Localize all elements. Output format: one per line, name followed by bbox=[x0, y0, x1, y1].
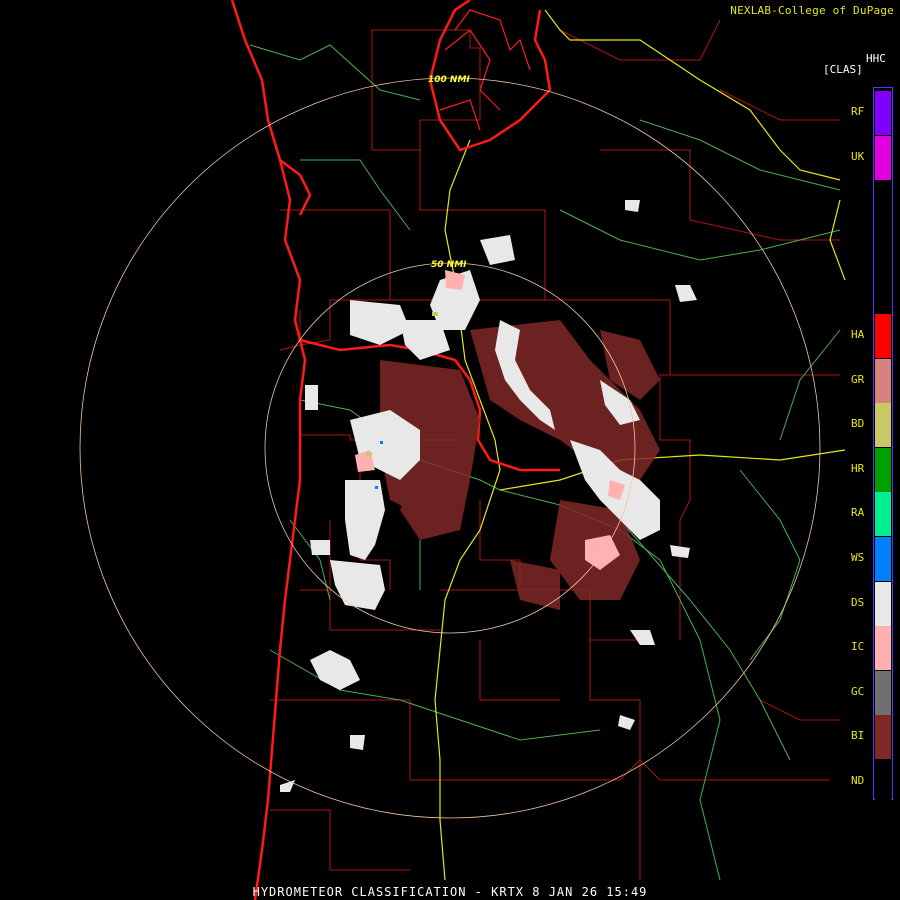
product-code: HHC bbox=[866, 52, 886, 65]
legend-swatch-uk bbox=[875, 136, 891, 180]
ring-label-50: 50 NMI bbox=[431, 260, 467, 270]
legend-label-ds: DS bbox=[851, 595, 865, 609]
legend-swatch-bd bbox=[875, 403, 891, 448]
legend-label-uk: UK bbox=[851, 150, 865, 163]
radar-map: 100 NMI 50 NMI bbox=[79, 0, 846, 900]
product-caption: HYDROMETEOR CLASSIFICATION - KRTX 8 JAN … bbox=[252, 885, 648, 899]
legend-swatch-ws bbox=[875, 537, 891, 581]
legend-label-ws: WS bbox=[851, 551, 865, 564]
ring-label-100: 100 NMI bbox=[428, 75, 470, 85]
legend-swatch-ra bbox=[875, 492, 891, 537]
legend-label-ha: HA bbox=[851, 328, 865, 341]
county-boundaries bbox=[270, 19, 840, 880]
river-detail bbox=[439, 9, 531, 131]
legend-label-nd: ND bbox=[851, 774, 865, 787]
legend-label-bi: BI bbox=[851, 729, 865, 743]
legend-swatch-gr bbox=[875, 358, 891, 403]
credit-text: NEXLAB-College of DuPage bbox=[730, 4, 894, 17]
legend-label-ra: RA bbox=[851, 506, 865, 520]
radar-echoes bbox=[280, 200, 697, 792]
legend-swatch-ic bbox=[875, 626, 891, 671]
legend-swatch-nd bbox=[875, 760, 891, 804]
legend-label-gc: GC bbox=[851, 684, 865, 698]
legend-label-hr: HR bbox=[851, 461, 865, 475]
legend-label-bd: BD bbox=[851, 417, 865, 431]
legend-swatch-ha bbox=[875, 314, 891, 358]
legend-swatch-hr bbox=[875, 447, 891, 492]
legend-swatch-bi bbox=[875, 715, 891, 760]
legend-label-ic: IC bbox=[851, 640, 865, 654]
legend-label-gr: GR bbox=[851, 372, 865, 386]
mode-label: [CLAS] bbox=[823, 63, 863, 76]
legend-swatch-ds bbox=[875, 581, 891, 626]
highways bbox=[249, 44, 841, 881]
legend-swatch-rf bbox=[875, 91, 891, 135]
legend-swatch-gc bbox=[875, 670, 891, 715]
legend-color-bar bbox=[873, 87, 893, 804]
legend-label-rf: RF bbox=[851, 105, 865, 118]
